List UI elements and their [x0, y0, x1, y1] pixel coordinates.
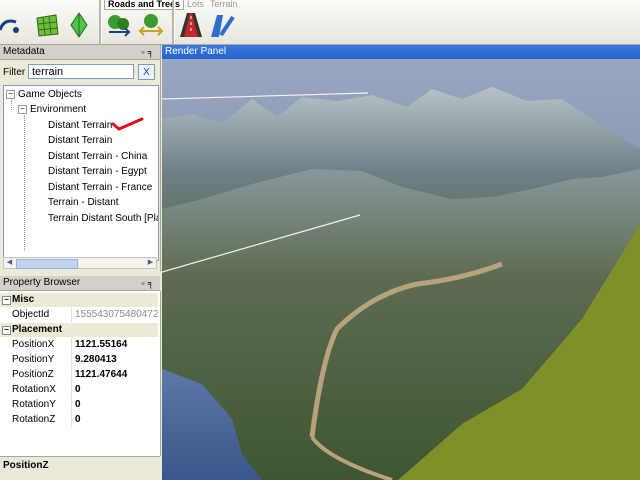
collapse-icon[interactable]: −: [2, 326, 11, 335]
metadata-panel: Metadata ▫╕ Filter X −Game Objects −Envi…: [0, 45, 161, 271]
collapse-icon[interactable]: −: [18, 105, 27, 114]
tab-terrain[interactable]: Terrain: [207, 0, 241, 10]
tree-arrows-icon: [108, 15, 131, 37]
tree-item-distant-terrain[interactable]: Distant Terrain: [48, 120, 112, 132]
property-row-rotationx[interactable]: RotationX 0: [0, 383, 158, 397]
render-viewport[interactable]: [162, 59, 640, 480]
tree-item-distant-terrain-france[interactable]: Distant Terrain - France: [48, 182, 152, 194]
filter-label: Filter: [3, 67, 26, 78]
property-row-positionx[interactable]: PositionX 1121.55164: [0, 338, 158, 352]
plumbob-icon: [70, 12, 88, 38]
property-row-positiony[interactable]: PositionY 9.280413: [0, 353, 158, 367]
tree-horizontal-scrollbar[interactable]: ◀ ▶: [3, 257, 157, 269]
tree-node-label: Game Objects: [18, 89, 82, 100]
road-tool-button[interactable]: [176, 10, 206, 40]
tree-item-distant-terrain-2[interactable]: Distant Terrain: [48, 135, 112, 147]
grid-tile-icon: [36, 14, 59, 37]
terrain-scene: [162, 59, 640, 480]
collapse-icon[interactable]: −: [6, 90, 15, 99]
property-row-objectid[interactable]: ObjectId 155543075480472: [0, 308, 158, 322]
filter-clear-button[interactable]: X: [138, 64, 155, 80]
metadata-panel-header: Metadata ▫╕: [0, 45, 160, 60]
road-icon: [180, 13, 202, 37]
road-edit-button[interactable]: [206, 10, 236, 40]
road-pencil-icon: [211, 15, 235, 37]
tab-lots[interactable]: Lots: [184, 0, 207, 10]
tree-item-terrain-distant[interactable]: Terrain - Distant: [48, 197, 119, 209]
pin-icon[interactable]: ╕: [148, 278, 157, 288]
plumbob-button[interactable]: [64, 10, 94, 40]
render-panel-header: Render Panel: [162, 45, 640, 59]
property-browser-header: Property Browser ▫╕: [0, 276, 160, 291]
scroll-left-icon[interactable]: ◀: [4, 258, 15, 268]
render-panel-title: Render Panel: [165, 46, 227, 57]
property-row-positionz[interactable]: PositionZ 1121.47644: [0, 368, 158, 382]
tree-item-distant-terrain-china[interactable]: Distant Terrain - China: [48, 151, 147, 163]
property-description-bar: PositionZ: [0, 456, 160, 480]
property-grid: − Misc ObjectId 155543075480472 − Placement…: [0, 291, 161, 456]
pin-icon[interactable]: ╕: [148, 47, 157, 57]
road-tree-tool-button[interactable]: [104, 10, 134, 40]
filter-input[interactable]: [28, 64, 134, 79]
main-toolbar: Roads and Trees Lots Terrain: [0, 0, 640, 45]
tree-swap-icon: [138, 14, 164, 36]
tree-item-terrain-distant-south[interactable]: Terrain Distant South [Plac: [48, 213, 158, 225]
tree-node-game-objects[interactable]: − Game Objects: [6, 89, 82, 101]
scroll-thumb[interactable]: [16, 259, 78, 269]
tree-item-distant-terrain-egypt[interactable]: Distant Terrain - Egypt: [48, 166, 147, 178]
property-row-rotationy[interactable]: RotationY 0: [0, 398, 158, 412]
tree-swap-button[interactable]: [136, 10, 166, 40]
tree-node-label: Environment: [30, 104, 87, 115]
property-browser-title: Property Browser: [3, 277, 81, 288]
object-tree[interactable]: − Game Objects − Environment Distant Terra…: [3, 85, 159, 261]
tree-node-environment[interactable]: − Environment: [18, 104, 86, 116]
filter-row: Filter X: [0, 61, 160, 83]
collapse-icon[interactable]: −: [2, 296, 11, 305]
terrain-grid-button[interactable]: [32, 10, 62, 40]
selected-property-label: PositionZ: [3, 460, 49, 471]
scroll-right-icon[interactable]: ▶: [145, 258, 156, 268]
category-misc[interactable]: − Misc: [0, 293, 158, 307]
check-annotation-icon: [111, 117, 144, 131]
property-row-rotationz[interactable]: RotationZ 0: [0, 413, 158, 427]
metadata-panel-title: Metadata: [3, 46, 45, 57]
rotate-tool-button[interactable]: [0, 10, 24, 40]
category-placement[interactable]: − Placement: [0, 323, 158, 337]
rotate-arrow-icon: [0, 19, 19, 33]
